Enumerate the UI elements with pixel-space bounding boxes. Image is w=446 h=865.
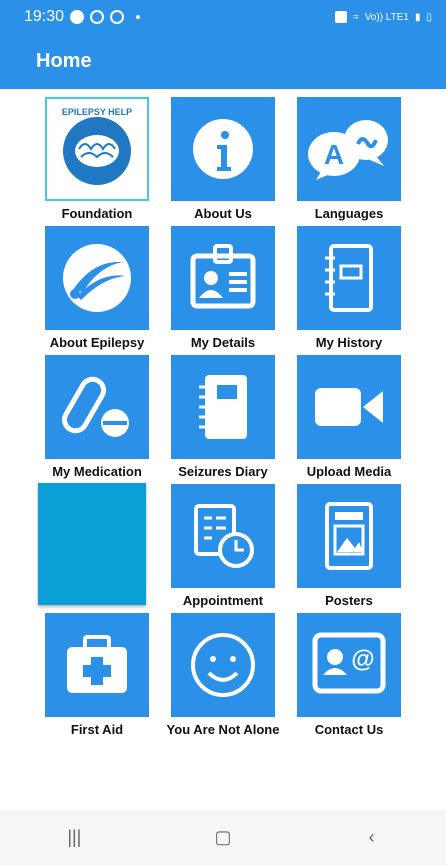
tile-label: About Us <box>194 206 252 221</box>
tile-label: My History <box>315 335 383 350</box>
tile-icon-box: A <box>297 97 401 201</box>
tile-you-are-not-alone[interactable]: You Are Not Alone <box>160 613 286 737</box>
id-badge-icon <box>190 244 256 309</box>
tile-label: Appointment <box>182 593 264 608</box>
tile-icon-box <box>171 613 275 717</box>
tile-first-aid[interactable]: First Aid <box>34 613 160 737</box>
signal-icon: ▮ <box>414 11 421 23</box>
info-icon <box>193 119 253 179</box>
tile-icon-box <box>171 355 275 459</box>
foundation-logo-text: EPILEPSY HELP <box>62 107 132 117</box>
brain-logo-icon: EPILEPSY HELP <box>62 107 132 185</box>
poster-icon <box>325 502 373 570</box>
tile-label: Posters <box>325 593 373 608</box>
tile-foundation[interactable]: EPILEPSY HELP Foundation <box>34 97 160 221</box>
tile-about-us[interactable]: About Us <box>160 97 286 221</box>
tile-label: First Aid <box>70 722 124 737</box>
tile-icon-box <box>45 355 149 459</box>
tile-label: Foundation <box>61 206 133 221</box>
video-camera-icon <box>315 388 383 426</box>
tile-my-medication[interactable]: My Medication <box>34 355 160 479</box>
tile-label: About Epilepsy <box>49 335 145 350</box>
contact-card-icon: @ <box>312 632 386 694</box>
tile-label: My Details <box>190 335 256 350</box>
instagram-icon <box>90 10 105 24</box>
tile-label: Contact Us <box>314 722 384 737</box>
tile-my-details[interactable]: My Details <box>160 226 286 350</box>
status-time: 19:30 <box>24 8 65 25</box>
tile-icon-box <box>45 226 149 330</box>
tile-icon-box: @ <box>297 613 401 717</box>
instagram-icon-2 <box>110 10 125 24</box>
wifi-icon: ≈ <box>353 11 359 23</box>
tile-icon-box <box>171 226 275 330</box>
recent-apps-icon[interactable]: ||| <box>44 827 104 848</box>
home-icon[interactable]: ▢ <box>193 827 253 848</box>
epilepsy-icon <box>63 244 131 312</box>
tile-label: Languages <box>314 206 384 221</box>
notebook-icon <box>325 244 373 312</box>
appointment-icon <box>194 504 254 568</box>
smiley-icon <box>191 633 255 697</box>
status-left: 19:30 <box>24 8 141 26</box>
diary-icon <box>199 375 247 439</box>
page-title: Home <box>36 50 92 72</box>
tile-label: Upload Media <box>306 464 392 479</box>
tile-contact-us[interactable]: @ Contact Us <box>286 613 412 737</box>
tile-appointment[interactable]: Appointment <box>160 484 286 608</box>
status-bar: 19:30 ≈ Vo)) LTE1 ▮ ▯ <box>0 0 446 34</box>
blank-tile[interactable] <box>38 483 146 605</box>
pill-icon <box>62 376 129 437</box>
tile-about-epilepsy[interactable]: About Epilepsy <box>34 226 160 350</box>
svg-text:A: A <box>324 139 344 170</box>
tile-languages[interactable]: A Languages <box>286 97 412 221</box>
tile-upload-media[interactable]: Upload Media <box>286 355 412 479</box>
tile-icon-box <box>171 484 275 588</box>
first-aid-kit-icon <box>67 635 127 693</box>
tile-label: You Are Not Alone <box>166 722 280 737</box>
languages-icon: A <box>308 120 388 180</box>
tile-icon-box <box>297 355 401 459</box>
battery-icon: ▯ <box>426 11 432 23</box>
foundation-logo: EPILEPSY HELP <box>45 97 149 201</box>
phone-icon <box>70 10 85 24</box>
back-icon[interactable]: ‹ <box>342 827 402 848</box>
tile-icon-box <box>297 226 401 330</box>
tile-posters[interactable]: Posters <box>286 484 412 608</box>
tile-seizures-diary[interactable]: Seizures Diary <box>160 355 286 479</box>
tile-my-history[interactable]: My History <box>286 226 412 350</box>
tile-icon-box <box>297 484 401 588</box>
status-right: ≈ Vo)) LTE1 ▮ ▯ <box>335 11 432 23</box>
tile-icon-box <box>45 613 149 717</box>
notification-dot-icon <box>136 15 141 19</box>
system-nav-bar: ||| ▢ ‹ <box>0 810 446 865</box>
svg-text:@: @ <box>351 646 374 673</box>
app-bar: Home <box>0 34 446 89</box>
tile-label: Seizures Diary <box>178 464 268 479</box>
tile-icon-box <box>171 97 275 201</box>
network-label: Vo)) LTE1 <box>364 11 409 23</box>
alarm-icon <box>335 11 348 23</box>
tile-label: My Medication <box>52 464 142 479</box>
